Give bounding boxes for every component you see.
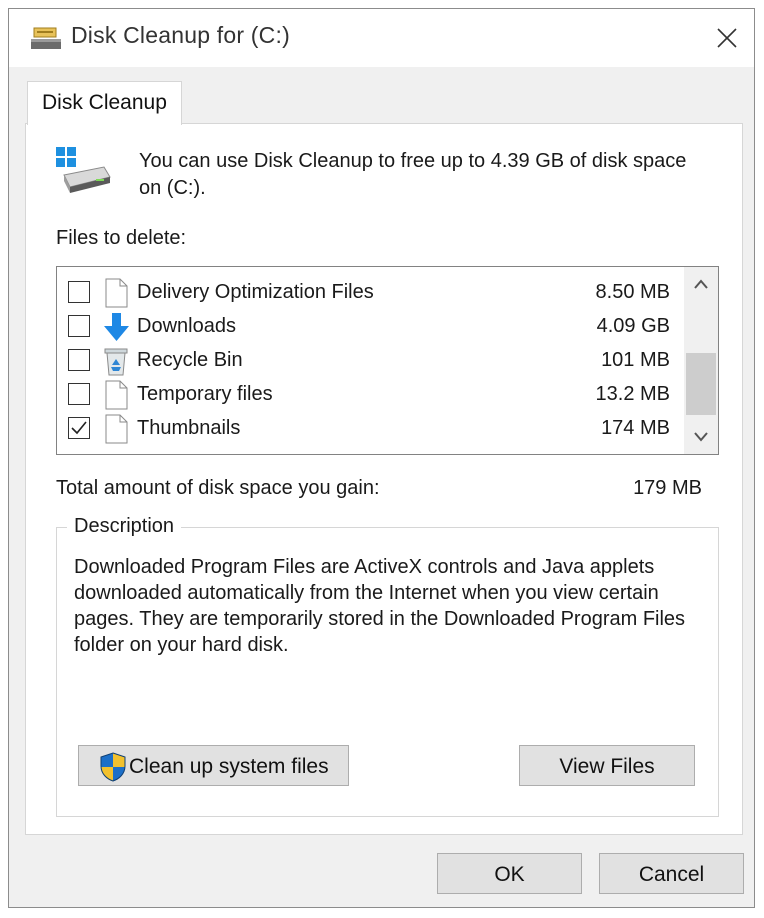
tab-label: Disk Cleanup — [42, 91, 167, 114]
disk-cleanup-app-icon — [31, 27, 61, 49]
clean-up-system-files-button[interactable]: Clean up system files — [78, 745, 349, 786]
checkbox[interactable] — [68, 315, 90, 337]
button-label: OK — [494, 863, 525, 886]
cancel-button[interactable]: Cancel — [599, 853, 744, 894]
file-size: 4.09 GB — [596, 315, 670, 337]
close-icon — [717, 28, 737, 48]
drive-icon — [56, 147, 111, 193]
chevron-up-icon — [694, 279, 708, 289]
list-item-recycle-bin[interactable]: Recycle Bin 101 MB — [57, 344, 682, 378]
checkbox[interactable] — [68, 349, 90, 371]
ok-button[interactable]: OK — [437, 853, 582, 894]
recycle-bin-icon — [104, 348, 128, 376]
scroll-down-button[interactable] — [684, 420, 718, 454]
download-arrow-icon — [104, 313, 129, 341]
description-legend: Description — [67, 515, 182, 538]
checkbox[interactable] — [68, 383, 90, 405]
list-item-delivery-optimization[interactable]: Delivery Optimization Files 8.50 MB — [57, 276, 682, 310]
file-size: 174 MB — [601, 417, 670, 439]
checkbox-checked[interactable] — [68, 417, 90, 439]
list-item-downloads[interactable]: Downloads 4.09 GB — [57, 310, 682, 344]
checkmark-icon — [71, 421, 87, 435]
file-name: Downloads — [137, 315, 236, 337]
view-files-button[interactable]: View Files — [519, 745, 695, 786]
uac-shield-icon — [100, 752, 126, 782]
files-to-delete-label: Files to delete: — [56, 227, 187, 249]
button-label: View Files — [559, 755, 655, 778]
file-size: 8.50 MB — [595, 281, 670, 303]
file-name: Recycle Bin — [137, 349, 243, 371]
vertical-scrollbar[interactable] — [684, 267, 718, 454]
intro-text: You can use Disk Cleanup to free up to 4… — [139, 150, 687, 199]
file-name: Thumbnails — [137, 417, 241, 439]
close-button[interactable] — [705, 17, 749, 59]
file-icon — [105, 380, 128, 410]
total-space-value: 179 MB — [633, 477, 702, 499]
file-icon — [105, 414, 128, 444]
file-size: 101 MB — [601, 349, 670, 371]
scroll-thumb[interactable] — [686, 353, 716, 415]
description-text: Downloaded Program Files are ActiveX con… — [74, 556, 686, 656]
list-item-temporary-files[interactable]: Temporary files 13.2 MB — [57, 378, 682, 412]
title-bar: Disk Cleanup for (C:) — [9, 9, 754, 67]
window-title: Disk Cleanup for (C:) — [71, 22, 290, 48]
scroll-up-button[interactable] — [684, 267, 718, 301]
file-icon — [105, 278, 128, 308]
button-label: Clean up system files — [129, 755, 329, 778]
checkbox[interactable] — [68, 281, 90, 303]
files-listbox[interactable]: Delivery Optimization Files 8.50 MB Down… — [56, 266, 719, 455]
file-name: Delivery Optimization Files — [137, 281, 374, 303]
total-space-label: Total amount of disk space you gain: — [56, 477, 380, 499]
disk-cleanup-window: Disk Cleanup for (C:) Disk Cleanup You c… — [8, 8, 755, 908]
chevron-down-icon — [694, 432, 708, 442]
file-name: Temporary files — [137, 383, 273, 405]
tab-disk-cleanup[interactable]: Disk Cleanup — [27, 81, 182, 125]
list-item-thumbnails[interactable]: Thumbnails 174 MB — [57, 412, 682, 446]
file-size: 13.2 MB — [595, 383, 670, 405]
button-label: Cancel — [638, 863, 705, 886]
